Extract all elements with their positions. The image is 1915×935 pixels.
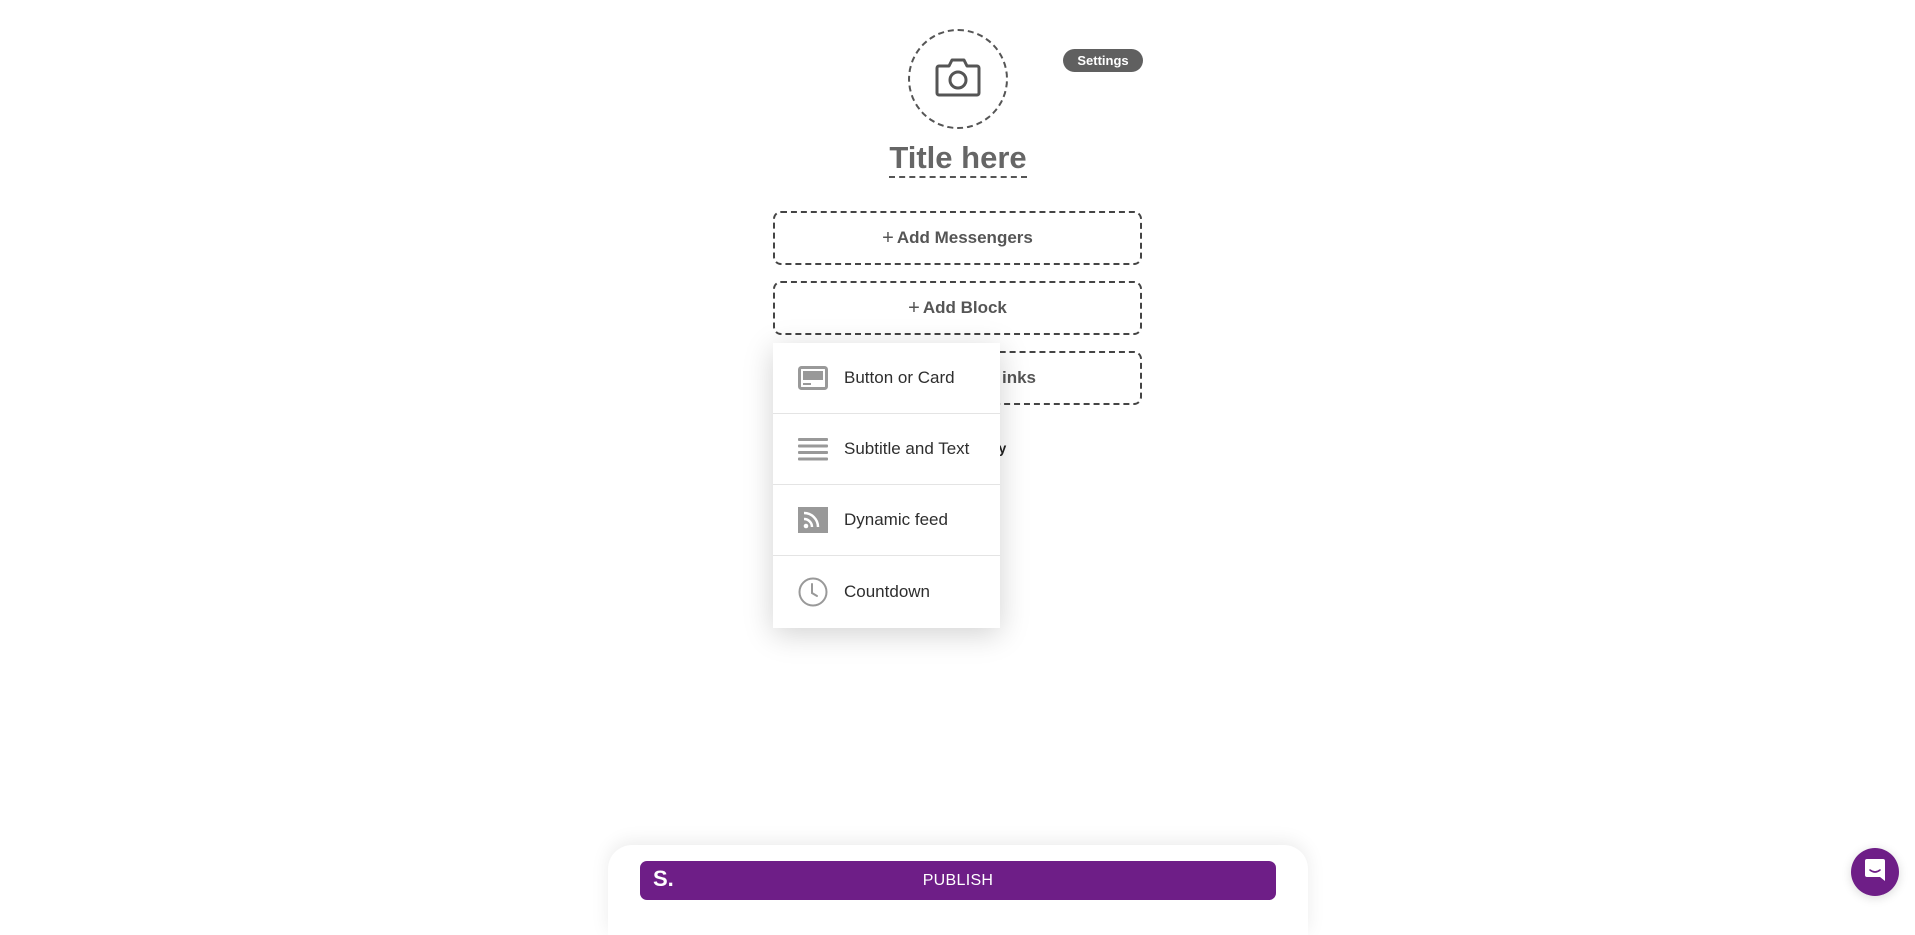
camera-icon [935,57,981,102]
card-icon [798,363,828,393]
rss-feed-icon [798,505,828,535]
menu-item-button-or-card[interactable]: Button or Card [773,343,1000,414]
clock-icon [798,577,828,607]
settings-button[interactable]: Settings [1063,49,1143,72]
menu-item-label: Countdown [844,581,931,601]
menu-item-label: Dynamic feed [844,510,948,529]
add-block-label: Add Block [922,298,1007,317]
menu-item-dynamic-feed[interactable]: Dynamic feed [773,485,1000,556]
title-placeholder: Title here [889,140,1027,178]
page-title[interactable]: Title here [858,140,1058,178]
publish-label[interactable]: PUBLISH [640,861,1276,900]
plus-icon: + [908,296,920,319]
text-lines-icon [798,434,828,464]
menu-item-label: Button or Card [844,368,955,387]
menu-item-label: Subtitle and Text [844,439,970,458]
add-messengers-label: Add Messengers [896,228,1033,247]
add-block-menu: Button or Card Subtitle and Text Dynamic… [773,343,1000,628]
chat-widget-button[interactable] [1851,848,1899,896]
add-links-label: inks [1002,368,1037,387]
menu-item-subtitle-and-text[interactable]: Subtitle and Text [773,414,1000,485]
brand-logo: S. [653,866,674,891]
avatar-upload[interactable] [908,29,1008,129]
menu-item-countdown[interactable]: Countdown [773,556,1000,627]
add-block-button[interactable]: + Add Block [773,281,1142,335]
add-messengers-button[interactable]: + Add Messengers [773,211,1142,265]
chat-bubble-icon [1864,858,1886,887]
plus-icon: + [882,226,894,249]
